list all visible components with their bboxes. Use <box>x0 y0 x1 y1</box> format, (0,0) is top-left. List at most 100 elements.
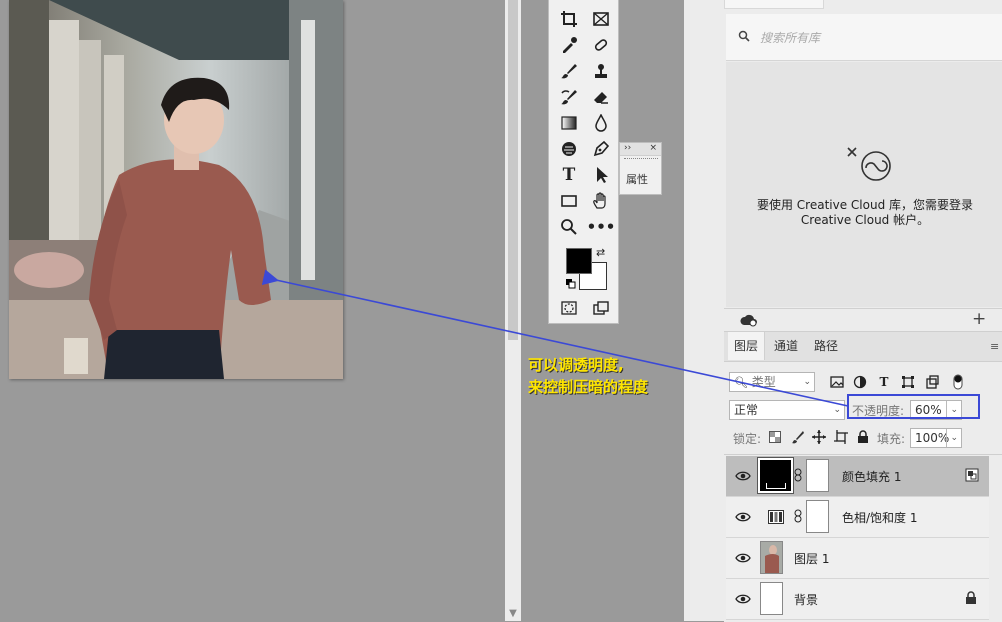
history-brush-tool-icon[interactable] <box>557 86 581 108</box>
layer-mask-thumbnail[interactable] <box>806 459 829 492</box>
library-login-message: 要使用 Creative Cloud 库，您需要登录 Creative Clou… <box>756 198 974 227</box>
layer-row-layer-1[interactable]: 图层 1 <box>726 538 989 579</box>
cloud-sync-icon[interactable] <box>740 313 758 330</box>
layers-tab-strip: 图层 通道 路径 ≡ <box>724 332 1002 362</box>
close-panel-icon[interactable]: × <box>649 143 657 155</box>
adjustment-filter-icon[interactable] <box>852 374 868 390</box>
pen-tool-icon[interactable] <box>589 138 613 160</box>
creative-cloud-disconnected-icon <box>846 146 896 185</box>
filter-toggle-icon[interactable] <box>950 374 966 390</box>
layer-filter-dropdown[interactable]: 🔍︎ 类型 ⌄ <box>729 372 815 392</box>
search-icon <box>738 30 750 45</box>
filter-type-label: 类型 <box>751 375 776 389</box>
panel-divider <box>684 0 724 621</box>
visibility-eye-icon[interactable] <box>735 550 751 566</box>
panel-grip[interactable] <box>624 158 658 162</box>
properties-panel-collapsed[interactable]: ›› × 属性 <box>619 142 662 195</box>
path-selection-tool-icon[interactable] <box>589 164 613 186</box>
lock-position-icon[interactable] <box>812 430 826 447</box>
visibility-eye-icon[interactable] <box>735 509 751 525</box>
scroll-down-arrow-icon[interactable]: ▼ <box>505 608 521 619</box>
add-library-icon[interactable]: + <box>972 309 986 329</box>
filter-search-icon: 🔍︎ <box>734 376 748 389</box>
gradient-tool-icon[interactable] <box>557 112 581 134</box>
dodge-tool-icon[interactable] <box>557 138 581 160</box>
visibility-eye-icon[interactable] <box>735 591 751 607</box>
fill-input[interactable]: 100% ⌄ <box>910 428 962 448</box>
crop-tool-icon[interactable] <box>557 8 581 30</box>
healing-brush-tool-icon[interactable] <box>589 34 613 56</box>
chevron-down-icon: ⌄ <box>833 405 841 415</box>
lock-image-pixels-icon[interactable] <box>791 430 805 447</box>
smart-object-filter-icon[interactable] <box>924 374 940 390</box>
link-chain-icon[interactable] <box>794 509 802 526</box>
fill-thumbnail-glyph <box>766 483 786 489</box>
lock-label: 锁定: <box>733 432 762 446</box>
blur-tool-icon[interactable] <box>589 112 613 134</box>
properties-panel-header[interactable]: ›› × <box>620 143 661 156</box>
tab-channels[interactable]: 通道 <box>768 332 804 360</box>
opacity-highlight-box <box>847 394 980 419</box>
chevron-down-icon[interactable]: ⌄ <box>946 429 958 447</box>
tools-panel: T ••• ⇄ <box>548 0 619 324</box>
blend-mode-dropdown[interactable]: 正常 ⌄ <box>729 400 845 420</box>
photo-image <box>9 0 343 379</box>
divider <box>724 454 1002 455</box>
layer-row-background[interactable]: 背景 <box>726 579 989 620</box>
zoom-tool-icon[interactable] <box>557 216 581 238</box>
foreground-color-swatch[interactable] <box>566 248 592 274</box>
layer-1-thumbnail[interactable] <box>760 541 783 574</box>
lock-artboard-icon[interactable] <box>834 430 848 447</box>
panel-menu-icon[interactable]: ≡ <box>990 340 999 353</box>
tab-paths[interactable]: 路径 <box>808 332 844 360</box>
screen-mode-icon[interactable] <box>589 297 613 319</box>
link-chain-icon[interactable] <box>794 468 802 485</box>
linked-smart-icon <box>965 468 979 485</box>
canvas-vertical-scrollbar[interactable]: ▼ <box>505 0 521 621</box>
layer-name[interactable]: 颜色填充 1 <box>842 468 901 485</box>
hue-saturation-adjustment-icon <box>768 510 784 527</box>
hand-tool-icon[interactable] <box>589 190 613 212</box>
rectangle-tool-icon[interactable] <box>557 190 581 212</box>
background-thumbnail[interactable] <box>760 582 783 615</box>
eraser-tool-icon[interactable] <box>589 86 613 108</box>
expand-panel-icon[interactable]: ›› <box>624 143 631 155</box>
pixel-filter-icon[interactable] <box>829 374 845 390</box>
tab-layers[interactable]: 图层 <box>728 332 766 360</box>
eyedropper-tool-icon[interactable] <box>557 34 581 56</box>
layer-row-hue-saturation[interactable]: 色相/饱和度 1 <box>726 497 989 538</box>
type-filter-icon[interactable]: T <box>876 374 892 390</box>
layer-name[interactable]: 背景 <box>794 591 818 608</box>
library-search-bar[interactable]: 搜索所有库 <box>726 14 1002 61</box>
library-empty-area: 要使用 Creative Cloud 库，您需要登录 Creative Clou… <box>726 62 1002 307</box>
library-footer: + <box>724 308 1002 331</box>
default-colors-icon[interactable] <box>566 278 576 289</box>
chevron-down-icon: ⌄ <box>803 377 811 387</box>
quick-mask-icon[interactable] <box>557 297 581 319</box>
swap-colors-icon[interactable]: ⇄ <box>596 246 605 259</box>
layer-row-color-fill[interactable]: 颜色填充 1 <box>726 456 989 497</box>
frame-tool-icon[interactable] <box>589 8 613 30</box>
layers-panel: 图层 通道 路径 ≡ 🔍︎ 类型 ⌄ T 正常 ⌄ 不透明度: 60% ⌄ 锁定… <box>724 331 1002 622</box>
visibility-eye-icon[interactable] <box>735 468 751 484</box>
shape-filter-icon[interactable] <box>900 374 916 390</box>
clone-stamp-tool-icon[interactable] <box>589 60 613 82</box>
more-tools-icon[interactable]: ••• <box>587 216 616 238</box>
layer-name[interactable]: 图层 1 <box>794 550 829 567</box>
lock-transparent-pixels-icon[interactable] <box>769 431 781 446</box>
libraries-panel: 搜索所有库 要使用 Creative Cloud 库，您需要登录 Creativ… <box>724 0 1002 331</box>
brush-tool-icon[interactable] <box>557 60 581 82</box>
library-search-placeholder[interactable]: 搜索所有库 <box>760 29 820 46</box>
fill-value: 100% <box>915 431 950 445</box>
scrollbar-thumb[interactable] <box>508 0 518 340</box>
libraries-panel-tab[interactable] <box>724 0 824 9</box>
lock-all-icon[interactable] <box>857 430 869 447</box>
layer-mask-thumbnail[interactable] <box>806 500 829 533</box>
blend-mode-value: 正常 <box>734 403 759 417</box>
lock-icon <box>965 591 977 608</box>
type-tool-icon[interactable]: T <box>557 164 581 186</box>
layer-name[interactable]: 色相/饱和度 1 <box>842 509 918 526</box>
fill-thumbnail[interactable] <box>757 457 794 494</box>
fill-label: 填充: <box>877 432 906 446</box>
properties-label[interactable]: 属性 <box>626 171 648 187</box>
